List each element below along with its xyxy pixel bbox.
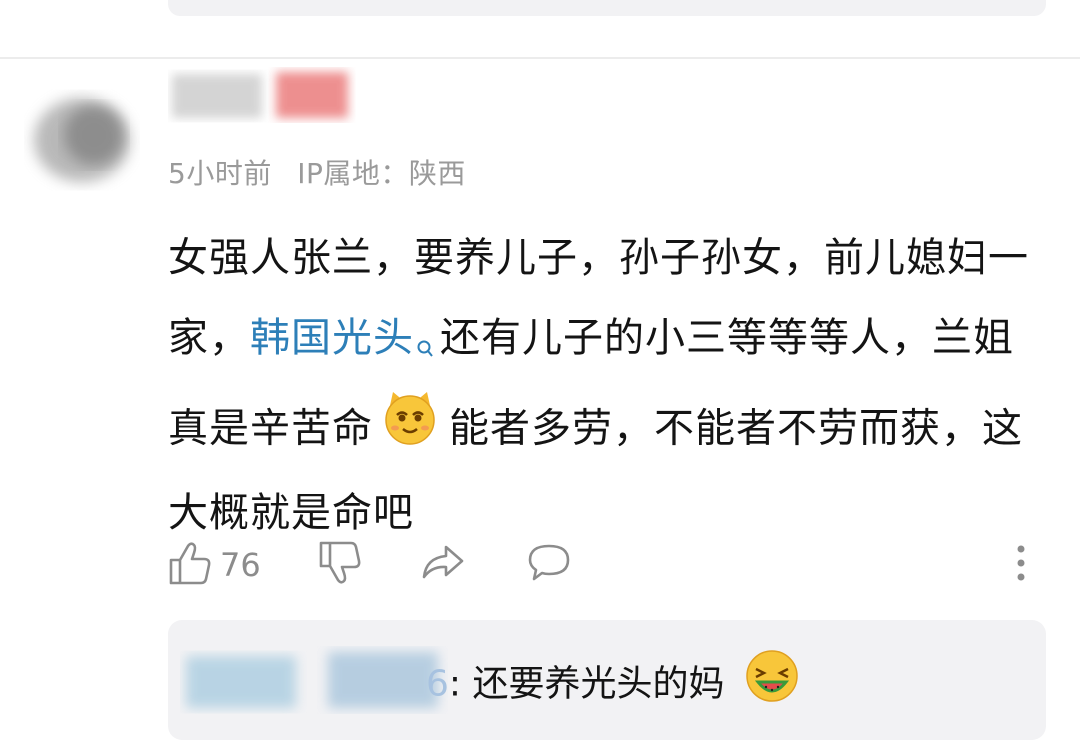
like-count: 76 <box>220 546 261 584</box>
reply-preview[interactable]: 6: 还要养光头的妈 <box>168 620 1046 740</box>
avatar[interactable] <box>22 85 144 195</box>
dislike-button[interactable] <box>318 540 362 590</box>
topic-link-label[interactable]: 韩国光头 <box>250 315 414 361</box>
reply-button[interactable] <box>526 540 572 590</box>
comment-bubble-icon <box>526 541 572 589</box>
like-button[interactable]: 76 <box>168 540 261 590</box>
comment-body: 女强人张兰，要养儿子，孙子孙女，前儿媳妇一家，韩国光头 还有儿子的小三等等等人，兰… <box>168 218 1048 553</box>
reply-content: 6: 还要养光头的妈 <box>426 648 810 723</box>
search-icon <box>416 308 434 388</box>
comment-actions: 76 <box>168 540 1048 590</box>
reply-separator: : <box>448 663 462 705</box>
laughing-watermelon-emoji-icon <box>744 648 800 723</box>
share-button[interactable] <box>420 540 466 590</box>
reply-text: 还要养光头的妈 <box>472 663 725 705</box>
comment-divider <box>0 57 1080 59</box>
ip-location: IP属地：陕西 <box>297 157 466 190</box>
previous-reply-box <box>168 0 1046 16</box>
thumbs-down-icon <box>318 540 362 590</box>
topic-link[interactable]: 韩国光头 <box>250 315 440 361</box>
username-blurred[interactable] <box>168 64 368 130</box>
more-vertical-icon <box>1014 541 1028 589</box>
reply-username-tail[interactable]: 6 <box>426 664 449 705</box>
cat-emoji-icon <box>381 388 439 473</box>
thumbs-up-icon <box>168 540 212 590</box>
share-icon <box>420 541 466 589</box>
comment-meta: 5小时前 IP属地：陕西 <box>168 152 482 192</box>
more-button[interactable] <box>1014 540 1028 590</box>
comment-time: 5小时前 <box>168 157 272 190</box>
reply-username-blurred[interactable] <box>180 640 448 726</box>
